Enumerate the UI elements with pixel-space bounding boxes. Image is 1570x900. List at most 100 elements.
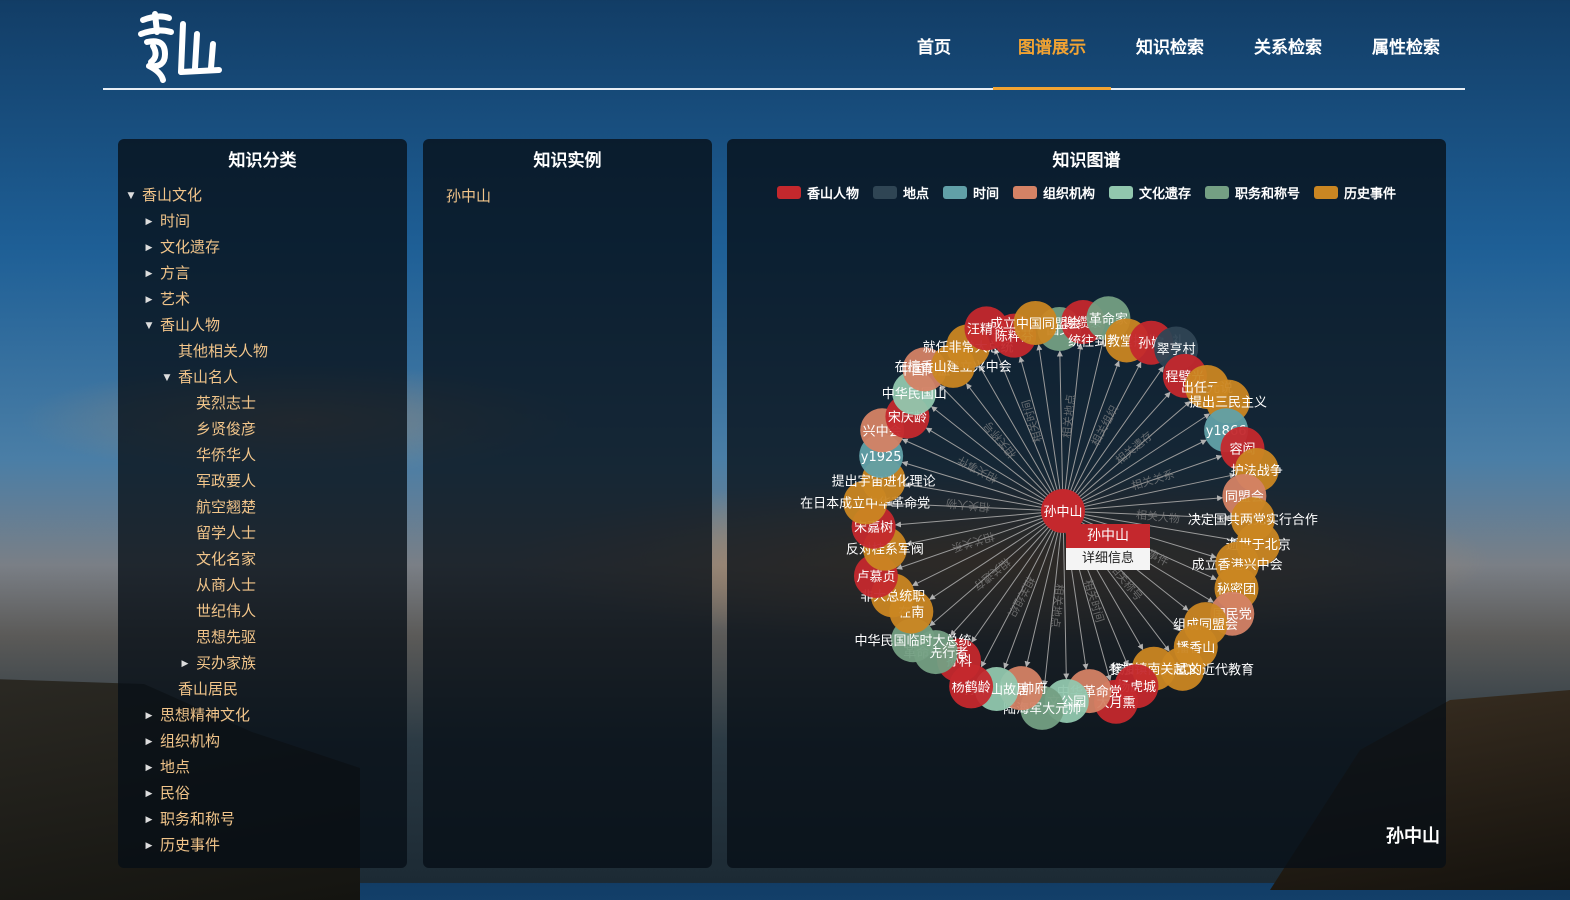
tree-node[interactable]: ▶ 民俗 [142,783,190,803]
graph-edge-label: 相关人物 [945,496,990,514]
tree-node-label: 其他相关人物 [178,342,269,360]
legend-item[interactable]: 香山人物 [776,183,859,202]
tree-node[interactable]: ▶ 文化遗存 [142,237,220,257]
graph-node-label: 成立中国同盟会 [990,317,1081,332]
legend-swatch [1314,186,1339,199]
tree-node-label: 军政要人 [196,472,257,490]
tree-node[interactable]: ▼ 香山文化 [124,185,202,205]
legend-label: 香山人物 [806,187,859,202]
tree-node[interactable]: ▶思想先驱 [178,627,256,647]
tree-node[interactable]: ▶ 时间 [142,211,190,231]
tree-node[interactable]: ▶华侨华人 [178,445,256,465]
tree-node[interactable]: ▶ 思想精神文化 [142,705,250,725]
caret-right-icon[interactable]: ▶ [142,810,156,830]
legend-swatch [942,186,967,199]
tree-node-label: 香山居民 [178,680,239,698]
tree-node[interactable]: ▶ 买办家族 [178,653,256,673]
nav-item[interactable]: 属性检索 [1347,0,1465,88]
graph-panel: 国父 谢缵泰 革命家 统往到教堂接收洗礼 孙嫔 翠亨村 程璧光 出任元说 提出三民主义 y1866… [727,139,1446,868]
caret-right-icon[interactable]: ▶ [142,784,156,804]
graph-edge[interactable] [950,510,1064,637]
legend-label: 文化遗存 [1139,187,1192,202]
tree-node[interactable]: ▶ 组织机构 [142,731,220,751]
graph-edge[interactable] [930,406,1064,512]
tree-node[interactable]: ▶ 职务和称号 [142,809,235,829]
graph-edge[interactable] [929,510,1064,600]
graph-edge-label: 相关人物 [1135,507,1180,525]
tree-node-label: 从商人士 [196,576,257,594]
tree-node[interactable]: ▶ 方言 [142,263,190,283]
caret-right-icon[interactable]: ▶ [142,264,156,284]
main-nav: 首页 图谱展示 知识检索 关系检索 属性检索 [875,0,1465,90]
site-logo[interactable] [135,10,225,84]
legend-item[interactable]: 组织机构 [1012,183,1095,202]
instance-panel: 知识实例 孙中山 [423,139,712,868]
tree-node[interactable]: ▶从商人士 [178,575,256,595]
tree-node[interactable]: ▶ 地点 [142,757,190,777]
nav-item[interactable]: 关系检索 [1229,0,1347,88]
tree-node[interactable]: ▶航空翘楚 [178,497,256,517]
legend-swatch [1205,186,1230,199]
tree-node-label: 历史事件 [160,836,221,854]
tree-node[interactable]: ▶军政要人 [178,471,256,491]
caret-down-icon[interactable]: ▼ [160,368,174,388]
tree-node[interactable]: ▶其他相关人物 [160,341,268,361]
tree-node-label: 英烈志士 [196,394,257,412]
legend-item[interactable]: 职务和称号 [1205,183,1300,202]
legend-item[interactable]: 历史事件 [1314,183,1396,202]
graph-edge[interactable] [1062,413,1211,512]
graph-node-label: 提出三民主义 [1189,395,1267,411]
graph-node-label: 卢慕贞 [856,569,895,585]
tree-node[interactable]: ▶英烈志士 [178,393,256,413]
tree-node-label: 思想精神文化 [160,706,251,724]
caret-right-icon[interactable]: ▶ [178,654,192,674]
caret-down-icon[interactable]: ▼ [142,316,156,336]
tree-node-label: 乡贤俊彦 [196,420,257,438]
caret-right-icon[interactable]: ▶ [142,212,156,232]
tree-node-label: 香山名人 [178,368,239,386]
legend-label: 历史事件 [1344,187,1397,202]
caret-right-icon[interactable]: ▶ [142,732,156,752]
graph-edge[interactable] [1036,344,1064,512]
tree-node-label: 买办家族 [196,654,257,672]
caret-right-icon[interactable]: ▶ [142,290,156,310]
graph-edge-label: 相关地点 [1048,583,1066,628]
nav-item[interactable]: 首页 [875,0,993,88]
instance-panel-title: 知识实例 [533,151,602,171]
detail-info-button[interactable]: 详细信息 [1066,548,1150,570]
tree-node-label: 民俗 [160,784,191,802]
legend-label: 组织机构 [1042,187,1095,202]
tree-node[interactable]: ▶乡贤俊彦 [178,419,256,439]
tree-node[interactable]: ▶香山居民 [160,679,238,699]
graph-center-label: 孙中山 [1043,505,1082,520]
nav-item[interactable]: 知识检索 [1111,0,1229,88]
legend-item[interactable]: 地点 [872,183,929,202]
legend-swatch [1012,186,1037,199]
tree-node[interactable]: ▶世纪伟人 [178,601,256,621]
caret-right-icon[interactable]: ▶ [142,758,156,778]
caret-right-icon[interactable]: ▶ [142,238,156,258]
graph-edge-label: 相关事件 [955,453,1000,486]
site-header: 首页 图谱展示 知识检索 关系检索 属性检索 [103,0,1465,90]
legend-item[interactable]: 文化遗存 [1109,183,1191,202]
category-panel: 知识分类 ▼香山文化▶时间▶文化遗存▶方言▶艺术▼香山人物▶其他相关人物▼香山名… [118,139,407,868]
caret-right-icon[interactable]: ▶ [142,836,156,856]
tree-node[interactable]: ▼ 香山名人 [160,367,238,387]
caret-down-icon[interactable]: ▼ [124,186,138,206]
graph-node-label: 中华民国临时大总统 [854,634,971,649]
graph-node-label: 在日本成立中华革命党 [800,496,930,512]
graph-panel-title: 知识图谱 [1052,151,1121,171]
tree-node[interactable]: ▼ 香山人物 [142,315,220,335]
knowledge-graph[interactable]: 国父谢缵泰革命家统往到教堂接收洗礼孙嫔翠亨村程璧光出任元说提出三民主义y1866… [727,139,1446,868]
tree-node[interactable]: ▶留学人士 [178,523,256,543]
nav-item[interactable]: 图谱展示 [993,0,1111,90]
caret-right-icon[interactable]: ▶ [142,706,156,726]
tree-node-label: 思想先驱 [196,628,257,646]
graph-edge-label: 相关时间 [1081,578,1107,624]
legend-item[interactable]: 时间 [942,183,999,202]
instance-item[interactable]: 孙中山 [446,185,491,206]
tree-node[interactable]: ▶ 历史事件 [142,835,220,855]
tree-node[interactable]: ▶文化名家 [178,549,256,569]
tree-node[interactable]: ▶ 艺术 [142,289,190,309]
tree-node-label: 文化遗存 [160,238,221,256]
